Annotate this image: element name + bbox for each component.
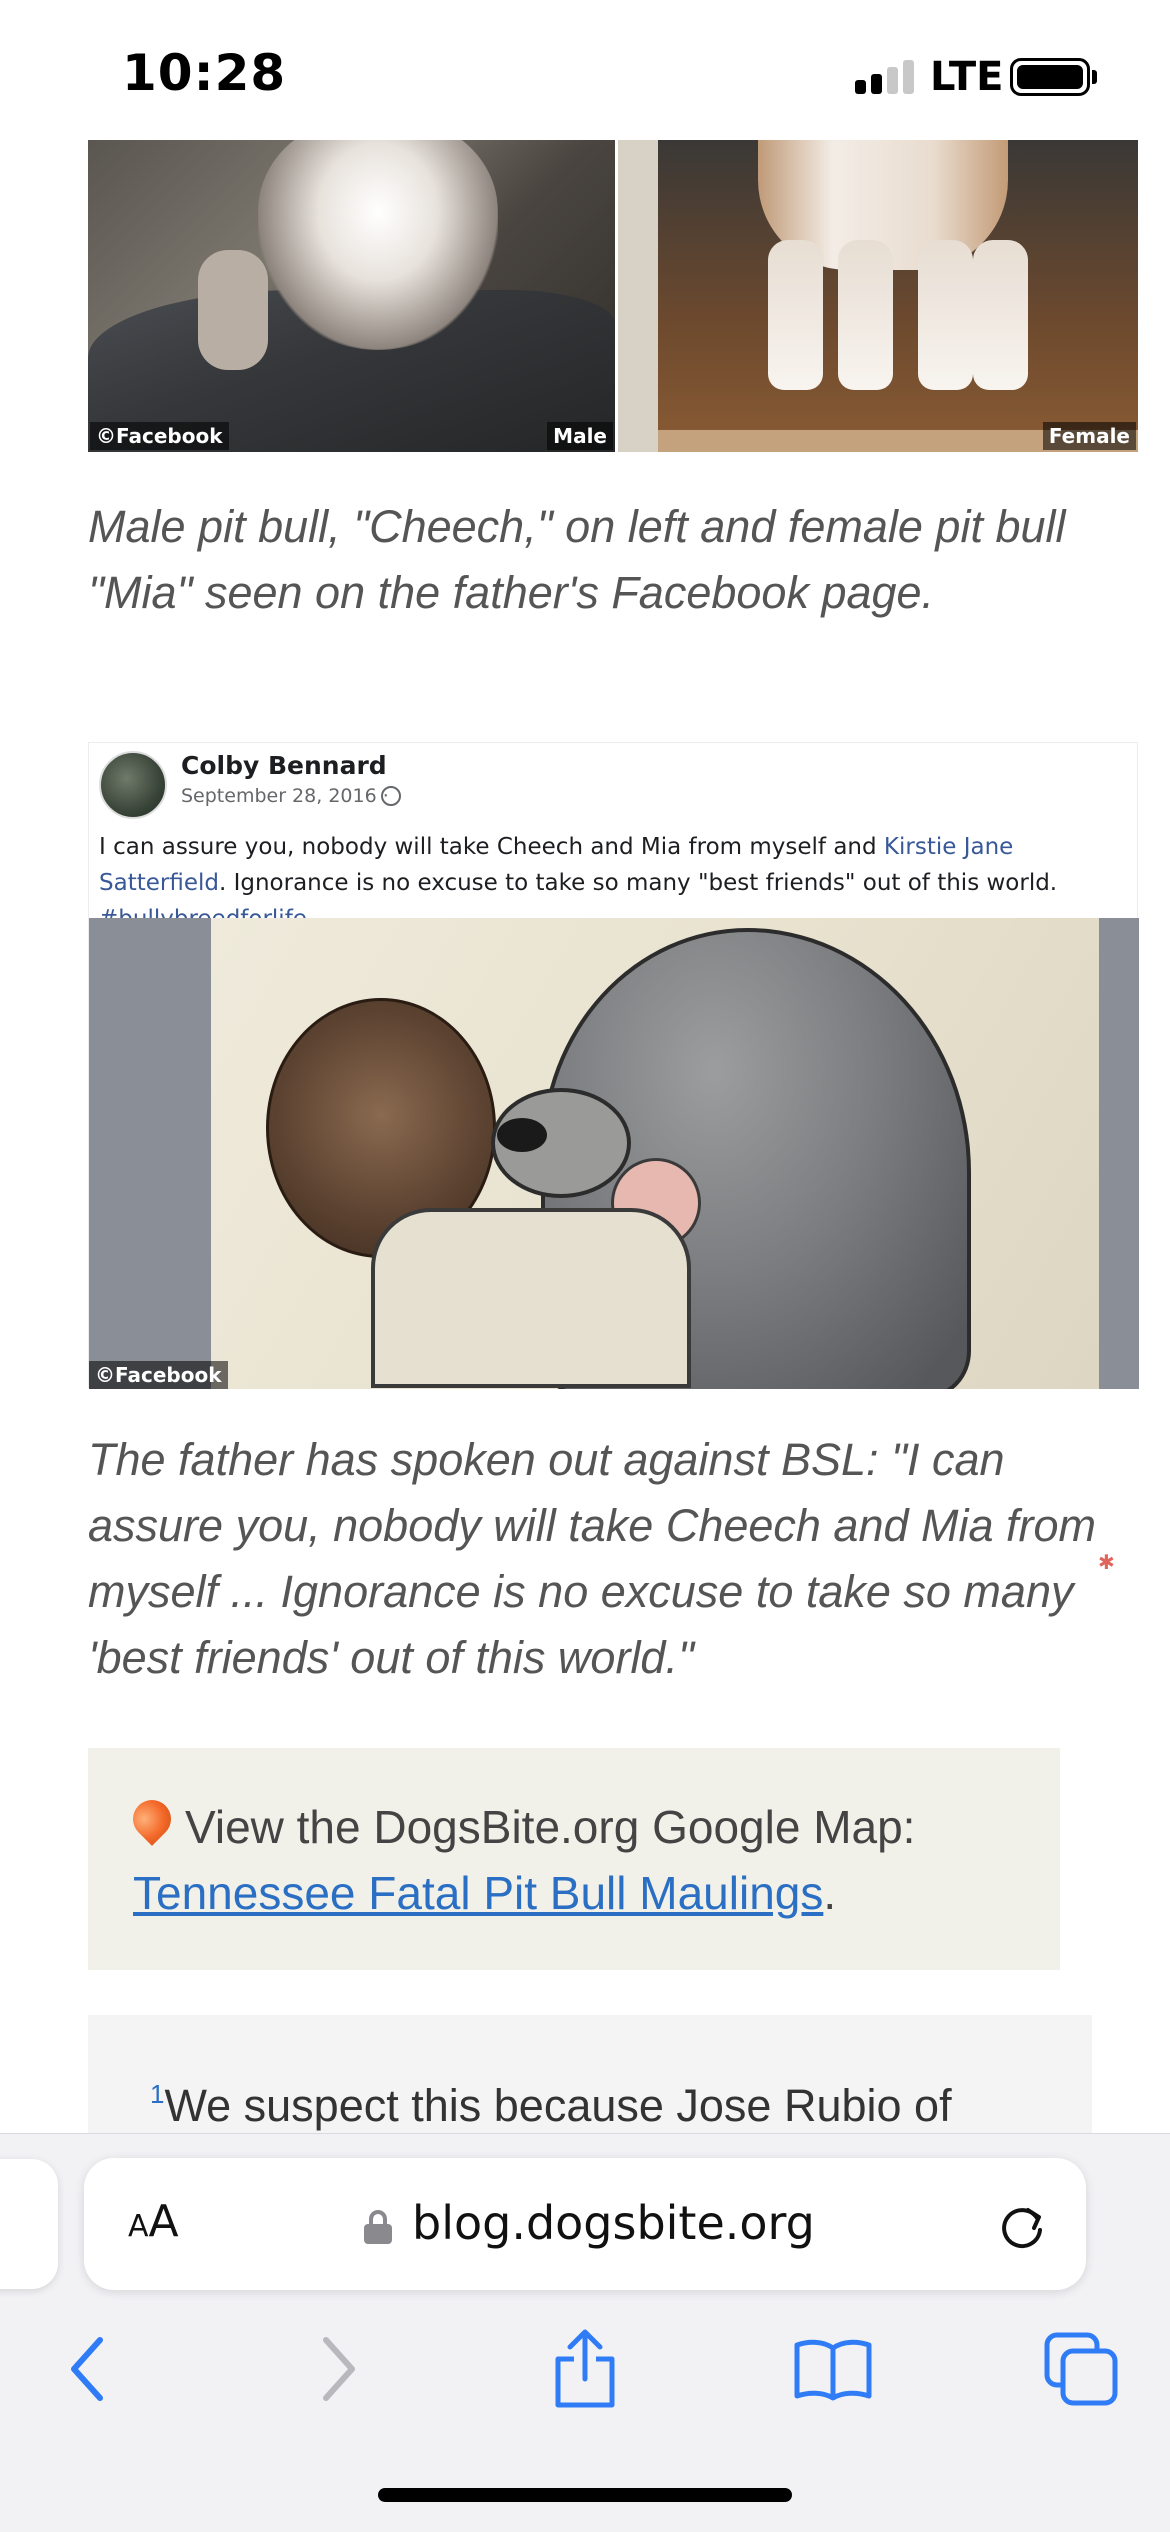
bookmarks-button[interactable]	[788, 2324, 878, 2414]
chevron-left-icon	[71, 2337, 103, 2401]
facebook-post-image: Colby Bennard September 28, 2016 · I can…	[88, 742, 1139, 1389]
status-bar: 10:28 LTE	[0, 0, 1170, 140]
post-date: September 28, 2016 ·	[181, 785, 389, 807]
dog-hug-illustration: ©Facebook	[89, 918, 1139, 1389]
browser-bottom-bar: AA blog.dogsbite.org	[0, 2133, 1170, 2532]
female-tag: Female	[1042, 422, 1136, 450]
cellular-signal-icon	[855, 58, 917, 94]
footnote: 1We suspect this because Jose Rubio of	[150, 2079, 952, 2132]
dog-photo-pair: ©Facebook Male Female	[88, 140, 1138, 452]
post-text-part-1: I can assure you, nobody will take Cheec…	[99, 834, 884, 860]
lock-icon	[364, 2210, 392, 2244]
footnote-text: We suspect this because Jose Rubio of	[164, 2080, 952, 2131]
map-callout: View the DogsBite.org Google Map: Tennes…	[88, 1748, 1060, 1970]
address-bar[interactable]: AA blog.dogsbite.org	[84, 2158, 1086, 2290]
male-tag: Male	[547, 422, 613, 450]
aa-large-label: A	[148, 2196, 179, 2247]
post-author: Colby Bennard	[181, 751, 387, 780]
avatar	[99, 751, 167, 819]
photo-caption: Male pit bull, "Cheech," on left and fem…	[88, 501, 1066, 618]
male-dog-photo: ©Facebook Male	[88, 140, 615, 452]
home-indicator	[378, 2488, 792, 2502]
female-dog-photo: Female	[618, 140, 1138, 452]
tabs-button[interactable]	[1036, 2324, 1126, 2414]
chevron-right-icon	[323, 2337, 355, 2401]
quote-caption: The father has spoken out against BSL: "…	[88, 1434, 1097, 1683]
footnote-box: 1We suspect this because Jose Rubio of	[88, 2015, 1092, 2135]
aa-small-label: A	[128, 2209, 149, 2244]
tabs-icon	[1044, 2332, 1118, 2406]
post-text-part-2: . Ignorance is no excuse to take so many…	[218, 870, 1058, 896]
footnote-marker[interactable]: 1	[150, 2079, 164, 2109]
previous-tab-preview[interactable]	[0, 2159, 58, 2289]
share-button[interactable]	[540, 2324, 630, 2414]
map-link[interactable]: Tennessee Fatal Pit Bull Maulings	[133, 1867, 823, 1919]
share-icon	[555, 2329, 615, 2408]
illustration-watermark: ©Facebook	[89, 1361, 228, 1389]
url-text[interactable]: blog.dogsbite.org	[412, 2196, 815, 2250]
forward-button[interactable]	[294, 2324, 384, 2414]
network-type: LTE	[930, 54, 1004, 100]
back-button[interactable]	[42, 2324, 132, 2414]
photo-watermark: ©Facebook	[90, 422, 229, 450]
battery-icon	[1010, 58, 1090, 96]
sparkle-icon: ✱	[1098, 1552, 1115, 1574]
status-time: 10:28	[122, 44, 287, 102]
map-trailing: .	[823, 1867, 837, 1919]
browser-toolbar	[0, 2314, 1170, 2434]
reload-icon[interactable]	[994, 2198, 1050, 2254]
map-callout-text: View the DogsBite.org Google Map: Tennes…	[133, 1794, 1033, 1926]
battery-tip	[1092, 70, 1097, 84]
book-icon	[794, 2339, 872, 2401]
globe-icon	[381, 786, 401, 806]
map-label: View the DogsBite.org Google Map:	[185, 1801, 916, 1853]
reader-settings-button[interactable]: AA	[128, 2196, 179, 2247]
